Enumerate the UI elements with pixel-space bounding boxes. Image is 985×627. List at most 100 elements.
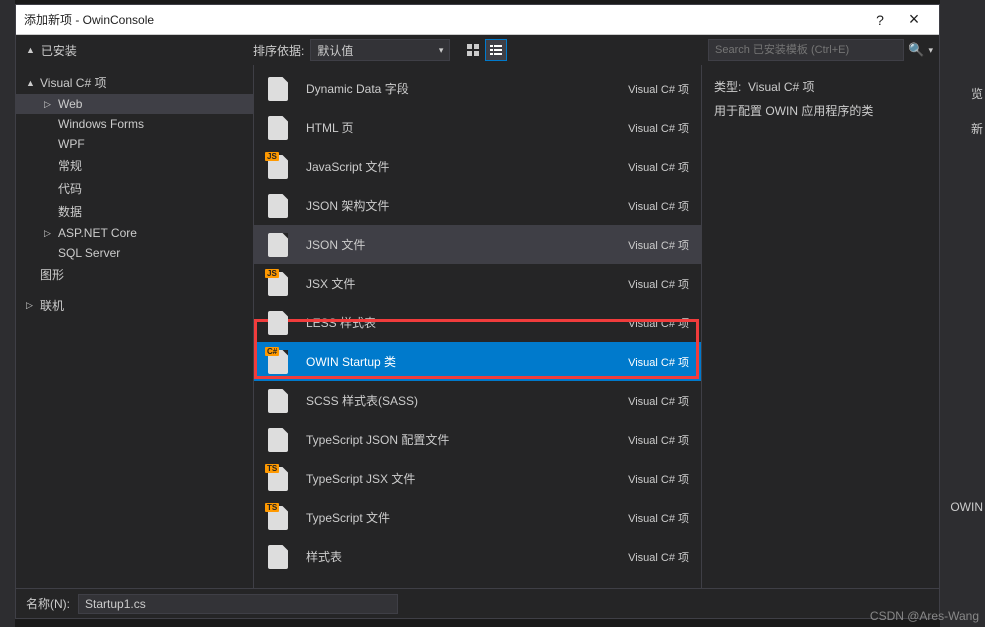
tree-item-label: SQL Server [58,246,120,260]
tree-item-label: Web [58,97,82,111]
installed-label: 已安装 [41,42,77,59]
template-item[interactable]: JS JSX 文件Visual C# 项 [254,264,701,303]
file-icon [266,116,290,140]
sort-by-value: 默认值 [317,42,353,59]
search-input[interactable] [708,39,904,61]
bg-text: 览 [971,85,983,102]
dropdown-icon: ▾ [439,45,444,56]
sort-by-combo[interactable]: 默认值 ▾ [310,39,450,61]
file-icon [266,311,290,335]
type-label: 类型: [714,80,741,94]
template-lang: Visual C# 项 [628,354,689,370]
tree-item[interactable]: Windows Forms [16,114,253,134]
template-item[interactable]: SCSS 样式表(SASS)Visual C# 项 [254,381,701,420]
bg-text: 新 [971,120,983,137]
name-label: 名称(N): [26,595,70,612]
info-panel: 类型: Visual C# 项 用于配置 OWIN 应用程序的类 [702,65,939,588]
type-value: Visual C# 项 [748,80,814,94]
template-item[interactable]: JSON 文件Visual C# 项 [254,225,701,264]
template-name: SCSS 样式表(SASS) [306,392,628,409]
tree-item[interactable]: WPF [16,134,253,154]
watermark: CSDN @Ares-Wang [870,609,979,623]
template-lang: Visual C# 项 [628,393,689,409]
template-lang: Visual C# 项 [628,549,689,565]
template-item[interactable]: TypeScript JSON 配置文件Visual C# 项 [254,420,701,459]
template-name: OWIN Startup 类 [306,353,628,370]
template-name: JSON 架构文件 [306,197,628,214]
toolbar: ▲ 已安装 排序依据: 默认值 ▾ 🔍 ▾ [16,35,939,65]
file-icon: JS [266,272,290,296]
tree-item[interactable]: ▷ Web [16,94,253,114]
template-lang: Visual C# 项 [628,159,689,175]
tree-item[interactable]: ▷联机 [16,294,253,317]
template-item[interactable]: LESS 样式表Visual C# 项 [254,303,701,342]
template-lang: Visual C# 项 [628,276,689,292]
expand-icon: ▷ [44,99,54,110]
template-name: LESS 样式表 [306,314,628,331]
file-icon [266,194,290,218]
tree-item-label: Visual C# 项 [40,74,106,91]
template-name: TypeScript JSX 文件 [306,470,628,487]
template-item[interactable]: JSJavaScript 文件Visual C# 项 [254,147,701,186]
template-lang: Visual C# 项 [628,471,689,487]
view-medium-icons[interactable] [462,39,484,61]
template-name: HTML 页 [306,119,628,136]
template-name: Dynamic Data 字段 [306,80,628,97]
template-item[interactable]: JSON 架构文件Visual C# 项 [254,186,701,225]
template-lang: Visual C# 项 [628,81,689,97]
template-name: TypeScript JSON 配置文件 [306,431,628,448]
tree-item[interactable]: 代码 [16,177,253,200]
tree-item-label: WPF [58,137,85,151]
template-name: JSX 文件 [306,275,628,292]
template-name: 样式表 [306,548,628,565]
tree-item[interactable]: ▷ASP.NET Core [16,223,253,243]
template-item[interactable]: 样式表Visual C# 项 [254,537,701,576]
template-item[interactable]: TS TypeScript 文件Visual C# 项 [254,498,701,537]
tree-item-label: ASP.NET Core [58,226,137,240]
close-button[interactable]: × [897,9,931,30]
file-icon: C# [266,350,290,374]
template-item[interactable]: Dynamic Data 字段Visual C# 项 [254,69,701,108]
background-right-strip: 览新 OWIN [940,0,985,627]
tree-item[interactable]: 常规 [16,154,253,177]
titlebar: 添加新项 - OwinConsole ? × [16,5,939,35]
file-icon [266,428,290,452]
help-button[interactable]: ? [863,12,897,28]
sort-by-label: 排序依据: [253,42,304,59]
window-title: 添加新项 - OwinConsole [24,11,863,28]
tree-item[interactable]: SQL Server [16,243,253,263]
view-list-icons[interactable] [485,39,507,61]
file-icon [266,233,290,257]
file-icon [266,545,290,569]
tree-item-label: 常规 [58,157,82,174]
bg-text: OWIN [950,500,983,514]
template-name: JSON 文件 [306,236,628,253]
category-tree: ▲Visual C# 项▷WebWindows FormsWPF常规代码数据▷A… [16,65,253,588]
file-icon: TS [266,506,290,530]
tree-header[interactable]: ▲ 已安装 [16,42,253,59]
expand-icon: ▲ [26,78,36,88]
search-icon[interactable]: 🔍 [908,42,924,58]
name-input[interactable] [78,594,398,614]
tree-item-label: 代码 [58,180,82,197]
template-list: Dynamic Data 字段Visual C# 项HTML 页Visual C… [253,65,702,588]
template-name: TypeScript 文件 [306,509,628,526]
template-item[interactable]: C# OWIN Startup 类Visual C# 项 [254,342,701,381]
search-dropdown-icon[interactable]: ▾ [928,45,933,56]
template-lang: Visual C# 项 [628,315,689,331]
file-icon [266,389,290,413]
collapse-icon: ▲ [26,45,35,55]
tree-item-label: Windows Forms [58,117,144,131]
template-item[interactable]: HTML 页Visual C# 项 [254,108,701,147]
template-lang: Visual C# 项 [628,510,689,526]
footer: 名称(N): [16,588,939,618]
template-lang: Visual C# 项 [628,120,689,136]
file-icon: JS [266,155,290,179]
tree-item[interactable]: 图形 [16,263,253,286]
main-area: ▲Visual C# 项▷WebWindows FormsWPF常规代码数据▷A… [16,65,939,588]
tree-item[interactable]: 数据 [16,200,253,223]
file-icon [266,77,290,101]
expand-icon: ▷ [26,300,36,311]
tree-item[interactable]: ▲ Visual C# 项 [16,71,253,94]
template-item[interactable]: TSTypeScript JSX 文件Visual C# 项 [254,459,701,498]
